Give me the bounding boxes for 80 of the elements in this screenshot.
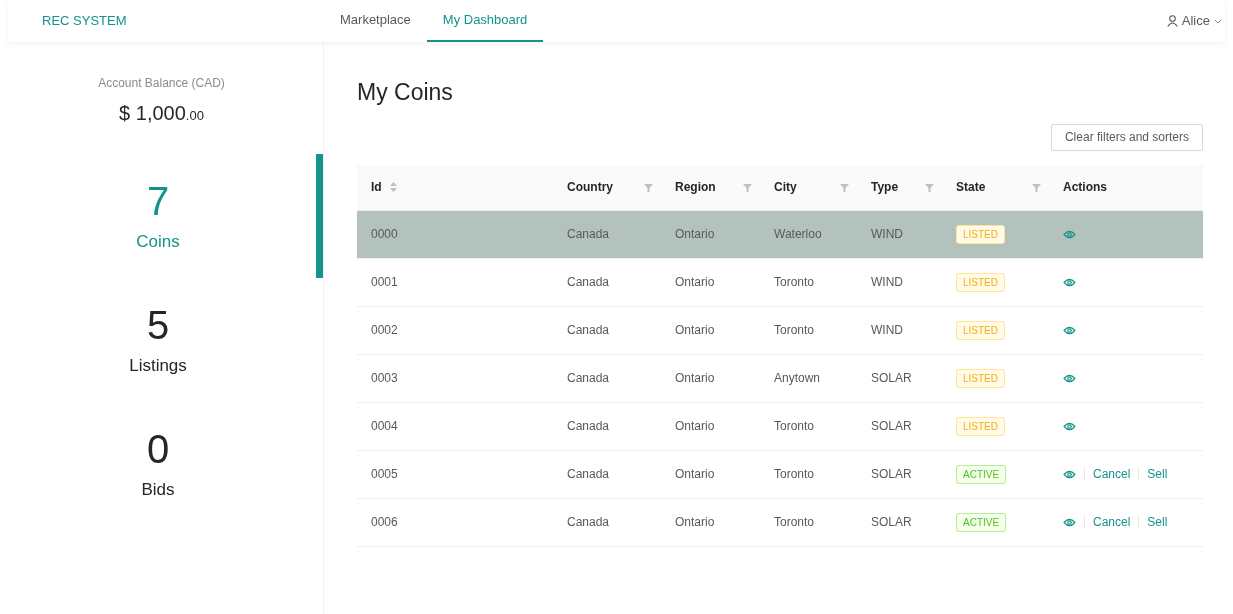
stat-item[interactable]: 0 Bids [8,402,323,526]
chevron-down-icon [1214,18,1222,24]
table-cell: Ontario [675,227,715,241]
table-cell: WIND [871,227,903,241]
table-cell: WIND [871,323,903,337]
state-tag: ACTIVE [956,464,1007,484]
table-cell: SOLAR [871,467,912,481]
action-link[interactable]: Cancel [1093,465,1131,483]
column-header[interactable]: Actions [1049,164,1203,210]
table-cell: 0006 [371,515,398,529]
state-tag: LISTED [956,368,1005,388]
state-tag: LISTED [956,272,1005,292]
state-tag: LISTED [956,416,1005,436]
table-cell: Waterloo [774,227,822,241]
table-cell: Canada [567,323,610,337]
column-header[interactable]: Region [661,164,760,210]
table-cell: Toronto [774,419,815,433]
table-cell: Ontario [675,419,715,433]
table-cell: 0005 [371,467,398,481]
nav-tab[interactable]: My Dashboard [426,0,544,42]
filter-icon[interactable] [840,182,849,192]
column-header[interactable]: Country [553,164,661,210]
action-link[interactable]: Cancel [1093,513,1131,531]
table-row[interactable]: 0000 Canada Ontario Waterloo WIND LISTED [357,210,1203,259]
table-cell: Toronto [774,323,815,337]
brand-title[interactable]: REC SYSTEM [42,11,324,31]
state-tag: LISTED [956,224,1005,244]
filter-icon[interactable] [1032,182,1041,192]
table-cell: 0001 [371,275,398,289]
view-icon[interactable] [1063,421,1076,431]
table-cell: Canada [567,275,610,289]
filter-icon[interactable] [644,182,653,192]
table-cell: Canada [567,371,610,385]
view-icon[interactable] [1063,325,1076,335]
table-cell: 0002 [371,323,398,337]
column-header[interactable]: State [942,164,1049,210]
table-cell: Toronto [774,275,815,289]
clear-filters-button[interactable]: Clear filters and sorters [1050,123,1203,151]
column-header[interactable]: Type [857,164,942,210]
table-cell: SOLAR [871,371,912,385]
table-cell: Canada [567,419,610,433]
table-cell: Canada [567,467,610,481]
table-cell: 0003 [371,371,398,385]
view-icon[interactable] [1063,277,1076,287]
balance-label: Account Balance (CAD) [98,75,225,92]
page-title: My Coins [357,78,454,107]
table-cell: Canada [567,227,610,241]
stat-item[interactable]: 5 Listings [8,278,323,402]
table-cell: Ontario [675,323,715,337]
action-link[interactable]: Sell [1147,513,1168,531]
table-cell: 0000 [371,227,398,241]
view-icon[interactable] [1063,229,1076,239]
filter-icon[interactable] [925,182,934,192]
column-header[interactable]: Id [357,164,553,210]
table-cell: Anytown [774,371,821,385]
nav-tab[interactable]: Marketplace [324,0,427,42]
table-cell: Ontario [675,515,715,529]
table-cell: SOLAR [871,515,912,529]
table-cell: Ontario [675,371,715,385]
column-header[interactable]: City [760,164,857,210]
filter-icon[interactable] [743,182,752,192]
table-cell: Ontario [675,467,715,481]
table-cell: 0004 [371,419,398,433]
table-cell: SOLAR [871,419,912,433]
user-menu[interactable]: Alice [1166,0,1222,42]
table-cell: Toronto [774,515,815,529]
state-tag: LISTED [956,320,1005,340]
sort-icon[interactable] [389,182,397,192]
stat-item[interactable]: 7 Coins [8,154,323,278]
balance-amount: $ 1,000.00 [119,101,204,126]
view-icon[interactable] [1063,373,1076,383]
table-cell: Toronto [774,467,815,481]
table-cell: Canada [567,515,610,529]
table-cell: WIND [871,275,903,289]
action-link[interactable]: Sell [1147,465,1168,483]
view-icon[interactable] [1063,517,1076,527]
user-icon [1166,15,1178,27]
table-cell: Ontario [675,275,715,289]
state-tag: ACTIVE [956,512,1007,532]
view-icon[interactable] [1063,469,1076,479]
